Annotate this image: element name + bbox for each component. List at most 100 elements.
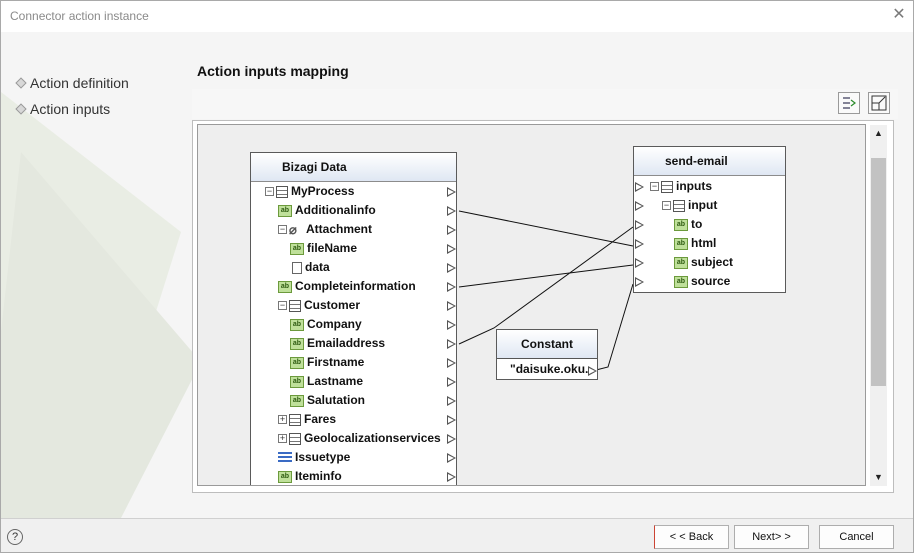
table-icon [673,199,685,212]
tree-row-data[interactable]: data [292,258,330,277]
close-icon[interactable]: ✕ [889,5,909,25]
mapping-area[interactable]: Bizagi Data − MyProcess ab Additionalinfo … [197,124,866,486]
help-icon[interactable]: ? [7,529,23,545]
table-icon [289,432,301,445]
output-port-icon[interactable] [447,206,456,216]
output-port-icon[interactable] [447,225,456,235]
content-area: Action definition Action inputs Action i… [1,32,913,518]
output-port-icon[interactable] [447,396,456,406]
constant-value: "daisuke.oku. [510,362,589,376]
mapping-canvas: Bizagi Data − MyProcess ab Additionalinfo … [192,120,894,493]
input-port-icon[interactable] [635,239,644,249]
tree-row-label: MyProcess [291,184,355,198]
paperclip-icon: ⌀ [289,222,297,238]
text-field-icon: ab [290,394,304,407]
tree-row-fares[interactable]: + Fares [278,410,336,429]
text-field-icon: ab [674,218,688,231]
mapping-toolbar [192,89,898,119]
text-field-icon: ab [278,470,292,483]
tree-row-geolocalizationservices[interactable]: + Geolocalizationservices [278,429,441,448]
input-port-icon[interactable] [635,277,644,287]
output-port-icon[interactable] [447,377,456,387]
page-title: Action inputs mapping [197,63,349,79]
panel-title: Bizagi Data [251,153,456,182]
output-port-icon[interactable] [447,415,456,425]
input-port-icon[interactable] [635,258,644,268]
output-port-icon[interactable] [447,434,456,444]
tree-row-label: Issuetype [295,450,351,464]
tree-row-label: inputs [676,179,712,193]
tree-row-emailaddress[interactable]: ab Emailaddress [290,334,385,353]
collapse-icon[interactable]: − [662,201,671,211]
collapse-icon[interactable]: − [650,182,659,192]
input-port-icon[interactable] [635,182,644,192]
collapse-icon[interactable]: − [265,187,274,197]
tree-row-company[interactable]: ab Company [290,315,362,334]
window-title: Connector action instance [10,9,149,23]
tree-row-iteminfo[interactable]: ab Iteminfo [278,467,342,485]
output-port-icon[interactable] [447,263,456,273]
input-port-icon[interactable] [635,201,644,211]
vertical-scrollbar[interactable]: ▲ ▼ [870,125,887,486]
tree-row-myprocess[interactable]: − MyProcess [265,182,354,201]
text-field-icon: ab [278,204,292,217]
collapse-icon[interactable]: − [278,225,287,235]
tree-row-additionalinfo[interactable]: ab Additionalinfo [278,201,376,220]
scroll-up-icon[interactable]: ▲ [870,125,887,142]
output-port-icon[interactable] [447,339,456,349]
output-port-icon[interactable] [447,472,456,482]
output-port-icon[interactable] [588,366,597,376]
tree-row-to[interactable]: ab to [674,215,702,234]
tree-row-filename[interactable]: ab fileName [290,239,357,258]
scroll-down-icon[interactable]: ▼ [870,469,887,486]
table-icon [276,185,288,198]
tree-row-firstname[interactable]: ab Firstname [290,353,364,372]
nav-item-action-inputs[interactable]: Action inputs [15,101,111,117]
input-port-icon[interactable] [635,220,644,230]
tree-row-label: Completeinformation [295,279,416,293]
tree-row-input[interactable]: − input [662,196,717,215]
tree-row-label: Fares [304,412,337,426]
back-button[interactable]: < < Back [654,525,729,549]
expand-icon[interactable]: + [278,415,287,425]
nav-item-label: Action inputs [30,101,111,117]
tree-row-inputs[interactable]: − inputs [650,177,712,196]
output-port-icon[interactable] [447,187,456,197]
tree-row-subject[interactable]: ab subject [674,253,733,272]
tree-row-label: Emailaddress [307,336,386,350]
auto-map-icon[interactable] [838,92,860,114]
tree-row-salutation[interactable]: ab Salutation [290,391,365,410]
tree-row-html[interactable]: ab html [674,234,716,253]
nav-item-action-definition[interactable]: Action definition [15,75,129,91]
output-port-icon[interactable] [447,244,456,254]
scroll-thumb[interactable] [871,158,886,386]
table-icon [289,299,301,312]
constant-box[interactable]: Constant "daisuke.oku. [496,329,598,380]
tree-row-label: Iteminfo [295,469,342,483]
output-port-icon[interactable] [447,301,456,311]
cancel-button[interactable]: Cancel [819,525,894,549]
footer-bar: ? < < Back Next> > Cancel [1,518,913,552]
text-field-icon: ab [290,356,304,369]
output-port-icon[interactable] [447,320,456,330]
collapse-icon[interactable]: − [278,301,287,311]
next-button[interactable]: Next> > [734,525,809,549]
text-field-icon: ab [278,280,292,293]
tree-row-issuetype[interactable]: Issuetype [278,448,350,467]
bizagi-data-panel: Bizagi Data − MyProcess ab Additionalinfo … [250,152,457,485]
send-email-panel: send-email − inputs − input ab to ab html ab… [633,146,786,293]
expand-icon[interactable]: + [278,434,287,444]
output-port-icon[interactable] [447,282,456,292]
tree-row-attachment[interactable]: − ⌀ Attachment [278,220,372,239]
fit-view-icon[interactable] [868,92,890,114]
dialog-window: Connector action instance ✕ Action defin… [0,0,914,553]
output-port-icon[interactable] [447,453,456,463]
panel-title: send-email [634,147,785,176]
tree-row-customer[interactable]: − Customer [278,296,360,315]
tree-row-completeinformation[interactable]: ab Completeinformation [278,277,416,296]
tree-row-source[interactable]: ab source [674,272,730,291]
text-field-icon: ab [674,275,688,288]
output-port-icon[interactable] [447,358,456,368]
constant-title: Constant [497,330,597,359]
tree-row-lastname[interactable]: ab Lastname [290,372,363,391]
